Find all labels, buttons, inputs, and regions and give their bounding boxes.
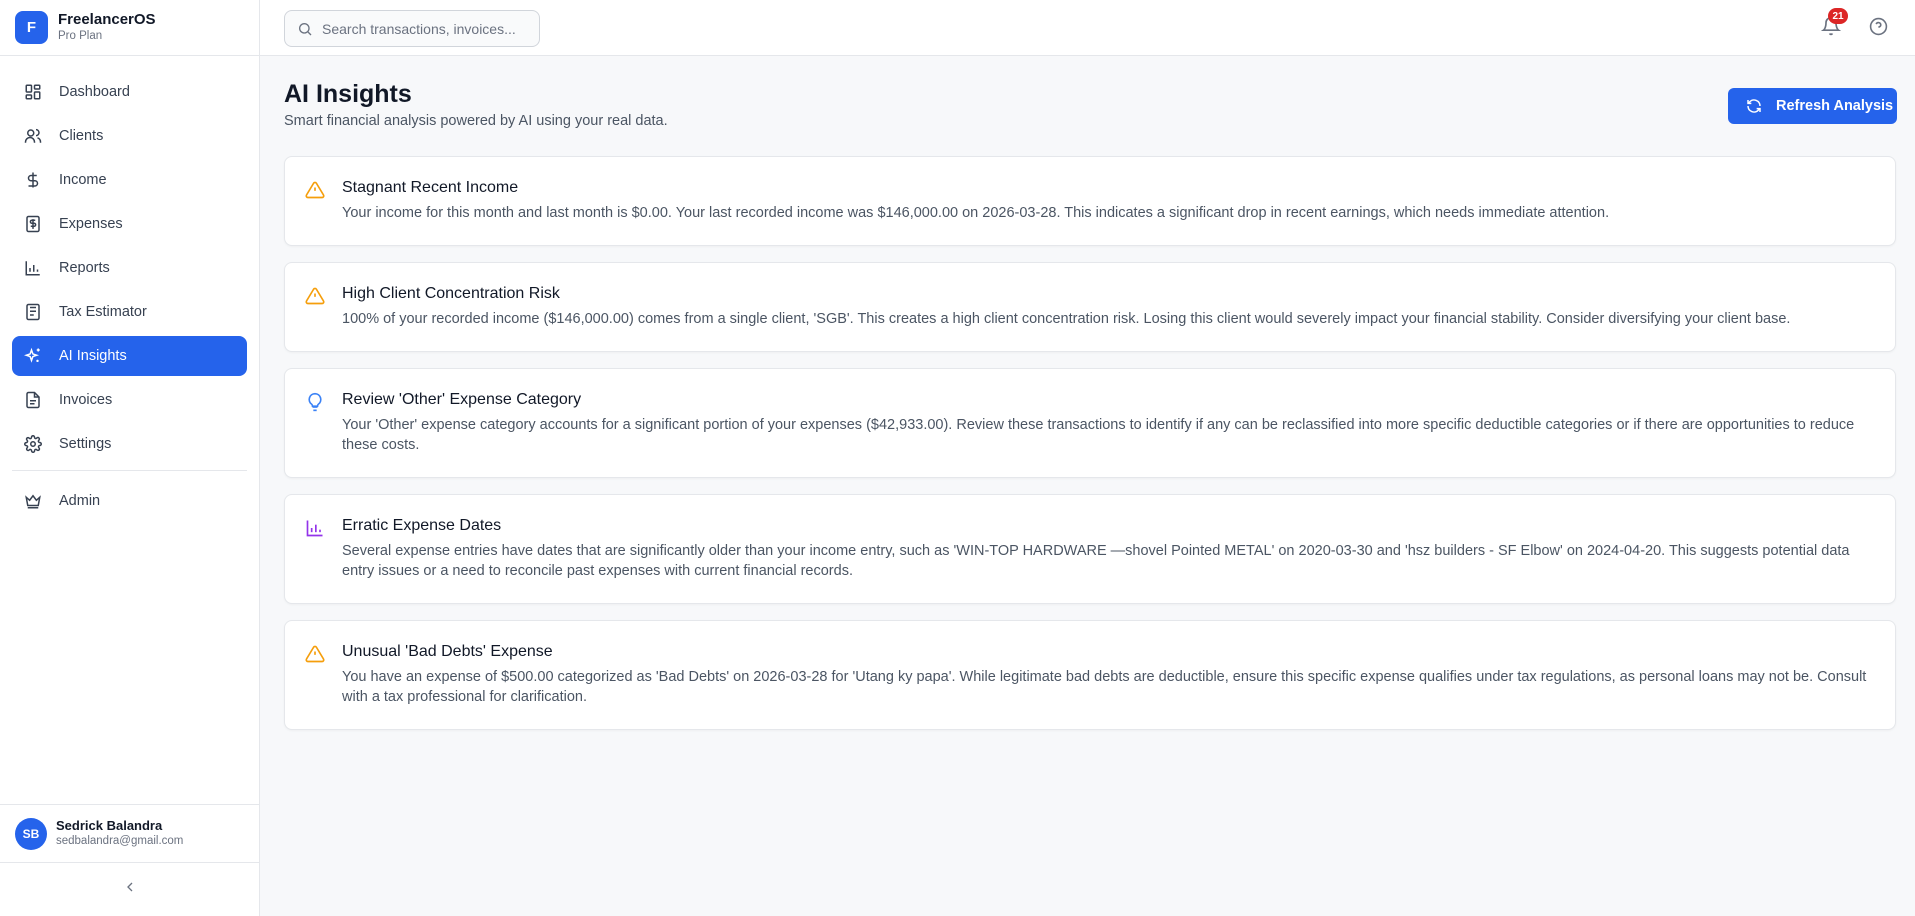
receipt-icon bbox=[24, 215, 42, 233]
insight-body: 100% of your recorded income ($146,000.0… bbox=[342, 311, 1791, 327]
warning-icon bbox=[305, 286, 325, 306]
gear-icon bbox=[24, 435, 42, 453]
notification-badge: 21 bbox=[1828, 8, 1848, 24]
sidebar-nav: Dashboard Clients Income Expenses Report… bbox=[12, 72, 247, 525]
brand-logo: F bbox=[15, 11, 48, 44]
sidebar-item-admin[interactable]: Admin bbox=[12, 481, 247, 521]
user-profile[interactable]: SB Sedrick Balandra sedbalandra@gmail.co… bbox=[0, 804, 259, 862]
topbar: 21 bbox=[260, 0, 1915, 56]
bar-chart-icon bbox=[24, 259, 42, 277]
brand-plan: Pro Plan bbox=[58, 30, 103, 42]
insight-body: Your income for this month and last mont… bbox=[342, 205, 1610, 221]
sidebar-item-invoices[interactable]: Invoices bbox=[12, 380, 247, 420]
sidebar-item-label: Expenses bbox=[59, 216, 123, 232]
warning-icon bbox=[305, 180, 325, 200]
insights-list: Stagnant Recent Income Your income for t… bbox=[284, 156, 1896, 746]
sidebar: F FreelancerOS Pro Plan Dashboard Client… bbox=[0, 0, 260, 916]
sidebar-item-expenses[interactable]: Expenses bbox=[12, 204, 247, 244]
refresh-analysis-button[interactable]: Refresh Analysis bbox=[1728, 88, 1897, 124]
dashboard-icon bbox=[24, 83, 42, 101]
insight-title: High Client Concentration Risk bbox=[342, 285, 560, 302]
nav-divider bbox=[12, 470, 247, 471]
sidebar-item-reports[interactable]: Reports bbox=[12, 248, 247, 288]
brand-name: FreelancerOS bbox=[58, 11, 156, 28]
sidebar-item-label: Clients bbox=[59, 128, 104, 144]
refresh-analysis-label: Refresh Analysis bbox=[1776, 98, 1894, 114]
insight-body: Your 'Other' expense category accounts f… bbox=[342, 417, 1855, 453]
sparkles-icon bbox=[24, 347, 42, 365]
sidebar-item-tax-estimator[interactable]: Tax Estimator bbox=[12, 292, 247, 332]
sidebar-item-label: Tax Estimator bbox=[59, 304, 147, 320]
dollar-icon bbox=[24, 171, 42, 189]
insight-card: Stagnant Recent Income Your income for t… bbox=[284, 156, 1896, 246]
insight-body: You have an expense of $500.00 categoriz… bbox=[342, 669, 1867, 705]
sidebar-item-settings[interactable]: Settings bbox=[12, 424, 247, 464]
insight-title: Unusual 'Bad Debts' Expense bbox=[342, 643, 553, 660]
collapse-sidebar-button[interactable] bbox=[0, 862, 259, 916]
search-icon bbox=[297, 21, 313, 37]
brand-text: FreelancerOS Pro Plan bbox=[58, 11, 156, 44]
insight-title: Stagnant Recent Income bbox=[342, 179, 519, 196]
bar-chart-icon bbox=[305, 518, 325, 538]
sidebar-item-dashboard[interactable]: Dashboard bbox=[12, 72, 247, 112]
insight-card: High Client Concentration Risk 100% of y… bbox=[284, 262, 1896, 352]
user-email: sedbalandra@gmail.com bbox=[56, 835, 184, 847]
sidebar-item-clients[interactable]: Clients bbox=[12, 116, 247, 156]
insight-title: Erratic Expense Dates bbox=[342, 517, 502, 534]
page-subtitle: Smart financial analysis powered by AI u… bbox=[284, 113, 668, 129]
sidebar-item-label: AI Insights bbox=[59, 348, 127, 364]
calculator-icon bbox=[24, 303, 42, 321]
help-icon[interactable] bbox=[1869, 17, 1889, 37]
refresh-icon bbox=[1746, 98, 1762, 114]
sidebar-item-label: Reports bbox=[59, 260, 110, 276]
search-input[interactable] bbox=[322, 20, 532, 37]
user-name: Sedrick Balandra bbox=[56, 818, 163, 833]
sidebar-item-label: Income bbox=[59, 172, 107, 188]
crown-icon bbox=[24, 492, 42, 510]
file-text-icon bbox=[24, 391, 42, 409]
sidebar-item-label: Admin bbox=[59, 493, 101, 509]
sidebar-item-label: Settings bbox=[59, 436, 112, 452]
insight-card: Unusual 'Bad Debts' Expense You have an … bbox=[284, 620, 1896, 730]
sidebar-item-label: Dashboard bbox=[59, 84, 130, 100]
insight-card: Erratic Expense Dates Several expense en… bbox=[284, 494, 1896, 604]
brand[interactable]: F FreelancerOS Pro Plan bbox=[0, 0, 259, 56]
insight-title: Review 'Other' Expense Category bbox=[342, 391, 582, 408]
warning-icon bbox=[305, 644, 325, 664]
search-box[interactable] bbox=[284, 10, 540, 47]
user-text: Sedrick Balandra sedbalandra@gmail.com bbox=[56, 818, 183, 849]
insight-body: Several expense entries have dates that … bbox=[342, 543, 1850, 579]
avatar: SB bbox=[15, 817, 47, 850]
users-icon bbox=[24, 127, 42, 145]
insight-card: Review 'Other' Expense Category Your 'Ot… bbox=[284, 368, 1896, 478]
sidebar-item-label: Invoices bbox=[59, 392, 113, 408]
lightbulb-icon bbox=[305, 392, 325, 412]
sidebar-item-income[interactable]: Income bbox=[12, 160, 247, 200]
page-title: AI Insights bbox=[284, 80, 412, 108]
chevron-left-icon bbox=[122, 879, 138, 900]
sidebar-item-ai-insights[interactable]: AI Insights bbox=[12, 336, 247, 376]
